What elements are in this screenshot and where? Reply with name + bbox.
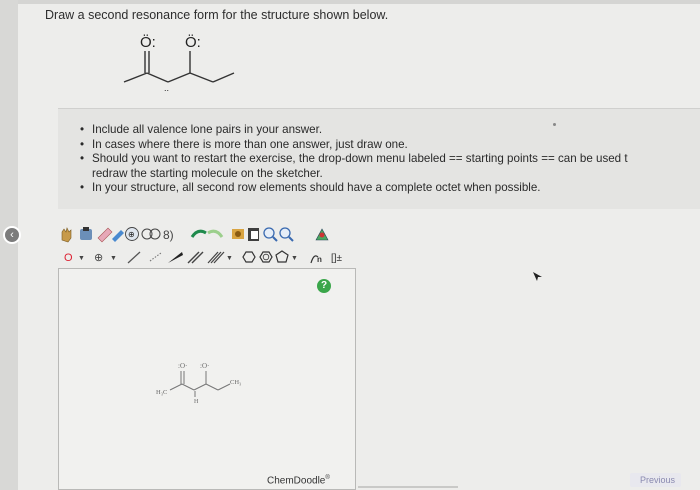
stray-dot [553,123,556,126]
3d-view-icon[interactable] [315,228,329,241]
cyclopentane-icon[interactable]: ▼ [275,250,298,263]
canvas-structure: H₃C CH₃ :O· :O· H [156,362,241,405]
svg-text:O: O [64,252,73,264]
zoom-in-icon[interactable] [263,227,278,242]
instruction-text: Include all valence lone pairs in your a… [92,123,323,136]
instructions-list: Include all valence lone pairs in your a… [80,123,628,196]
clean-icon[interactable] [232,229,244,239]
svg-text:▼: ▼ [226,255,233,262]
dashed-bond-icon[interactable] [149,252,162,262]
instructions-box: Include all valence lone pairs in your a… [58,108,700,209]
paste-icon[interactable] [248,228,259,241]
mouse-cursor-icon [533,272,542,281]
sketcher-toolbar-top: ⊕ 8) [61,227,329,243]
instruction-text: In your structure, all second row elemen… [92,181,541,195]
svg-text:n: n [317,255,322,264]
chemdoodle-mark: ® [325,475,330,481]
svg-text:[]±: []± [331,253,343,264]
wedge-bond-icon[interactable] [168,252,183,263]
back-arrow-button[interactable]: ‹ [3,226,21,244]
bracket-charge-icon[interactable]: []± [331,253,343,264]
ring-fused-icon[interactable] [141,228,161,240]
pencil-icon[interactable] [112,230,124,242]
sketcher-canvas[interactable]: ? H₃C CH₃ :O· :O· H ChemDoodle® [58,268,356,490]
lasso-icon[interactable] [80,227,92,240]
chemdoodle-brand-text: ChemDoodle [267,475,326,487]
svg-text:▼: ▼ [291,255,298,262]
o-label-left: :O· [178,362,187,370]
instruction-text: In cases where there is more than one an… [92,137,408,151]
svg-text:⊕: ⊕ [128,230,135,239]
svg-text:8): 8) [163,228,174,242]
instruction-text-continued: redraw the starting molecule on the sket… [92,166,323,180]
h-label: H [194,399,199,405]
atom-selector[interactable]: O ▼ [64,252,85,264]
instruction-item: In your structure, all second row elemen… [80,181,628,196]
eraser-icon[interactable] [97,227,113,243]
template-ring-icon[interactable]: ⊕ [125,227,139,241]
instruction-item: Include all valence lone pairs in your a… [80,123,628,138]
previous-button[interactable]: Previous [630,473,682,487]
oxygen-left-label: Ö: [140,33,156,51]
zoom-out-icon[interactable] [279,227,294,242]
molecule-icon[interactable]: 8) [163,228,174,242]
sn-repeat-icon[interactable]: n [310,255,322,264]
instruction-text: Should you want to restart the exercise,… [92,152,628,166]
benzene-ring-icon[interactable] [259,251,273,263]
hand-icon[interactable] [61,227,72,243]
top-divider [18,0,700,4]
question-prompt: Draw a second resonance form for the str… [45,8,389,22]
help-button[interactable]: ? [317,279,331,293]
single-bond-icon[interactable] [127,251,141,264]
redo-icon[interactable] [207,229,224,238]
oxygen-right-label: Ö: [185,33,201,51]
svg-text:▼: ▼ [78,255,85,262]
triple-bond-icon[interactable]: ▼ [207,251,233,264]
chemdoodle-brand: ChemDoodle® [267,475,330,486]
svg-text:▼: ▼ [110,255,117,262]
instruction-item: In cases where there is more than one an… [80,138,628,153]
scroll-indicator [358,486,458,488]
o-label-right: :O· [200,362,209,370]
h3c-label: H₃C [156,389,167,396]
svg-text:⊕: ⊕ [94,252,103,264]
undo-icon[interactable] [190,229,207,238]
hexagon-ring-icon[interactable] [242,251,256,263]
left-sidebar [0,0,19,490]
structure-diagram: Ö: Ö: .. [123,33,235,93]
instruction-item: Should you want to restart the exercise,… [80,152,628,181]
charge-selector[interactable]: ⊕ ▼ [94,252,117,264]
sketcher-toolbar-bottom: O ▼ ⊕ ▼ ▼ ▼ n []± [64,250,343,264]
double-bond-icon[interactable] [187,251,204,264]
ch3-label: CH₃ [230,379,241,386]
carbanion-lone-pair: .. [164,83,169,93]
